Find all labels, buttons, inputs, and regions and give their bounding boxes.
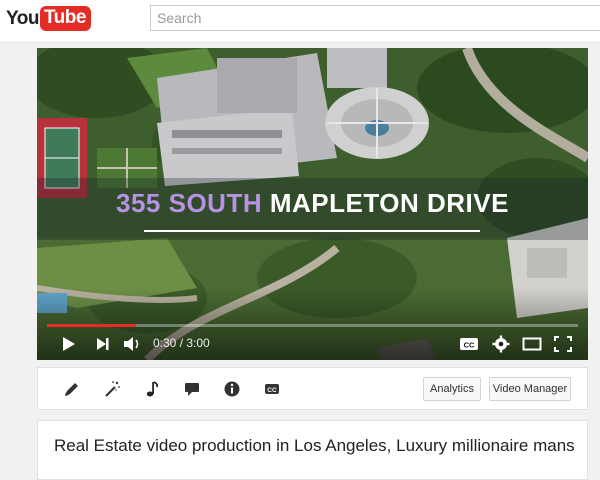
progress-bar-fill — [47, 324, 136, 327]
top-header: You Tube — [0, 0, 600, 43]
overlay-title-part1: 355 SOUTH — [116, 188, 263, 218]
svg-text:CC: CC — [267, 387, 277, 394]
music-note-icon[interactable] — [142, 379, 162, 399]
volume-icon[interactable] — [121, 334, 143, 354]
info-icon[interactable] — [222, 379, 242, 399]
progress-bar[interactable] — [47, 324, 578, 327]
creator-toolbar: CC Analytics Video Manager — [37, 367, 588, 410]
time-display: 0:30 / 3:00 — [153, 336, 210, 350]
svg-text:CC: CC — [464, 341, 475, 350]
overlay-title-part2: MAPLETON DRIVE — [269, 188, 509, 218]
video-info-panel: Real Estate video production in Los Ange… — [37, 420, 588, 480]
cc-icon[interactable]: CC — [262, 379, 282, 399]
search-input[interactable] — [150, 5, 600, 31]
speech-bubble-icon[interactable] — [182, 379, 202, 399]
cc-icon[interactable]: CC — [458, 334, 480, 354]
magic-wand-icon[interactable] — [102, 379, 122, 399]
play-icon[interactable] — [57, 334, 79, 354]
pencil-icon[interactable] — [62, 379, 82, 399]
analytics-button[interactable]: Analytics — [423, 377, 481, 401]
youtube-logo[interactable]: You Tube — [6, 5, 91, 32]
fullscreen-icon[interactable] — [552, 334, 574, 354]
player-controls: 0:30 / 3:00 CC — [37, 329, 588, 360]
video-player[interactable]: 355 SOUTH MAPLETON DRIVE 0:30 / 3:00 CC — [37, 48, 588, 360]
video-title: Real Estate video production in Los Ange… — [54, 436, 575, 455]
gear-icon[interactable] — [490, 334, 512, 354]
overlay-title: 355 SOUTH MAPLETON DRIVE — [37, 188, 588, 219]
logo-tube-text: Tube — [39, 6, 91, 31]
overlay-title-underline — [144, 230, 480, 232]
logo-you-text: You — [6, 7, 39, 29]
theater-icon[interactable] — [521, 334, 543, 354]
video-manager-button[interactable]: Video Manager — [489, 377, 571, 401]
next-icon[interactable] — [92, 334, 114, 354]
